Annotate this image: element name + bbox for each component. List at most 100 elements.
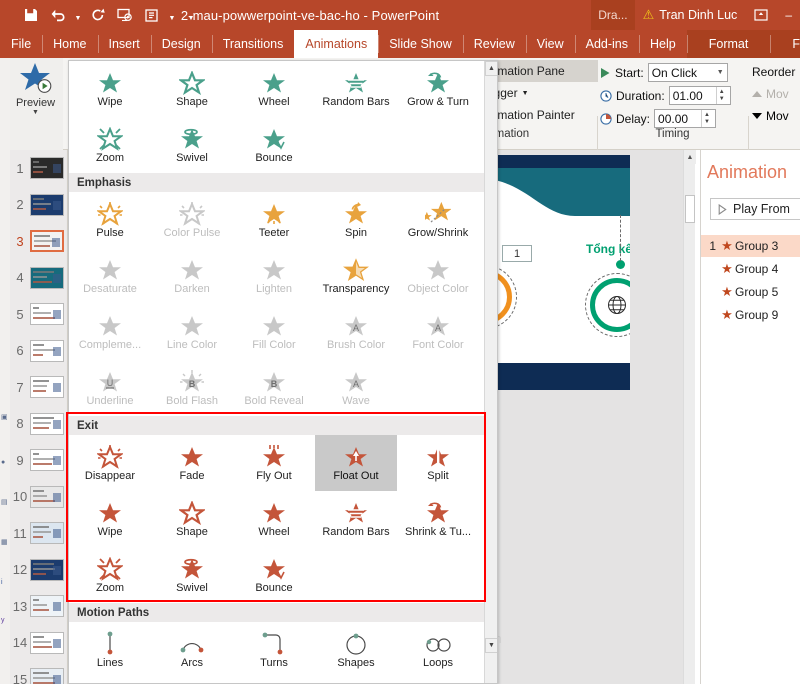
animation-item-fly-out[interactable]: Fly Out (233, 435, 315, 491)
slide-thumbnail-6[interactable]: 6 (10, 333, 68, 369)
slide-thumbnail-14[interactable]: 14 (10, 625, 68, 661)
animation-item-random-bars[interactable]: Random Bars (315, 491, 397, 547)
animation-item-wipe[interactable]: Wipe (69, 61, 151, 117)
animation-gallery-dropdown[interactable]: WipeShapeWheelRandom BarsGrow & TurnZoom… (68, 60, 498, 684)
duration-spinner[interactable]: 01.00 ▲▼ (669, 86, 731, 105)
animation-item-random-bars[interactable]: Random Bars (315, 61, 397, 117)
animation-item-spin[interactable]: Spin (315, 192, 397, 248)
slide-thumbnail-7[interactable]: 7 (10, 369, 68, 405)
tab-view[interactable]: View (526, 30, 575, 58)
animation-item-darken[interactable]: Darken (151, 248, 233, 304)
animation-item-shrink-tu[interactable]: Shrink & Tu... (397, 491, 479, 547)
animation-item-bounce[interactable]: Bounce (233, 547, 315, 603)
animation-item-grow-shrink[interactable]: Grow/Shrink (397, 192, 479, 248)
animation-item-fill-color[interactable]: Fill Color (233, 304, 315, 360)
tab-insert[interactable]: Insert (98, 30, 151, 58)
desktop-icon-4[interactable]: ▦ (1, 538, 9, 547)
animation-item-transparency[interactable]: Transparency (315, 248, 397, 304)
animation-item-wheel[interactable]: Wheel (233, 61, 315, 117)
preview-star-icon[interactable] (18, 62, 54, 96)
preview-dropdown-icon[interactable]: ▼ (32, 109, 39, 117)
tab-file[interactable]: File (0, 30, 42, 58)
animation-item-desaturate[interactable]: Desaturate (69, 248, 151, 304)
tab-help[interactable]: Help (639, 30, 687, 58)
preview-button-label[interactable]: Preview (16, 97, 55, 109)
gallery-scrollbar[interactable]: ▲ ▼ (484, 61, 497, 683)
tab-add-ins[interactable]: Add-ins (575, 30, 639, 58)
minimize-button[interactable]: – (777, 8, 800, 22)
animation-item-bold-flash[interactable]: BBold Flash (151, 360, 233, 416)
animation-item-swivel[interactable]: Swivel (151, 117, 233, 173)
animation-item-shapes[interactable]: Shapes (315, 622, 397, 678)
duration-spin-arrows[interactable]: ▲▼ (716, 87, 727, 104)
animation-item-swivel[interactable]: Swivel (151, 547, 233, 603)
desktop-icon-2[interactable]: ● (1, 458, 9, 467)
animation-item-brush-color[interactable]: ABrush Color (315, 304, 397, 360)
move-earlier-button[interactable]: Mov (752, 83, 800, 105)
animation-item-split[interactable]: Split (397, 435, 479, 491)
slide-thumbnail-13[interactable]: 13 (10, 588, 68, 624)
animation-item-bold-reveal[interactable]: BBold Reveal (233, 360, 315, 416)
animation-item-teeter[interactable]: Teeter (233, 192, 315, 248)
animation-item-disappear[interactable]: Disappear (69, 435, 151, 491)
canvas-scrollbar[interactable]: ▲ (683, 150, 695, 684)
animation-item-font-color[interactable]: AFont Color (397, 304, 479, 360)
anim-item-group-5[interactable]: ★ Group 5 (701, 281, 800, 303)
tab-transitions[interactable]: Transitions (212, 30, 295, 58)
anim-item-group-4[interactable]: ★ Group 4 (701, 258, 800, 280)
animation-item-lines[interactable]: Lines (69, 622, 151, 678)
tab-animations[interactable]: Animations (294, 30, 378, 58)
delay-spinner[interactable]: 00.00 ▲▼ (654, 109, 716, 128)
gallery-scroll-up-button[interactable]: ▲ (485, 61, 498, 76)
animation-item-float-out[interactable]: Float Out (315, 435, 397, 491)
animation-item-wave[interactable]: AWave (315, 360, 397, 416)
animation-item-arcs[interactable]: Arcs (151, 622, 233, 678)
animation-item-compleme[interactable]: Compleme... (69, 304, 151, 360)
animation-item-color-pulse[interactable]: Color Pulse (151, 192, 233, 248)
animation-item-wheel[interactable]: Wheel (233, 491, 315, 547)
draft-status-chip[interactable]: Dra... (591, 0, 634, 30)
desktop-icon-6[interactable]: y (1, 616, 9, 625)
tab-home[interactable]: Home (42, 30, 97, 58)
anim-item-group-9[interactable]: ★ Group 9 (701, 304, 800, 326)
account-area[interactable]: ⚠ Tran Dinh Luc (635, 7, 746, 23)
animation-item-object-color[interactable]: Object Color (397, 248, 479, 304)
animation-item-turns[interactable]: Turns (233, 622, 315, 678)
tab-format-drawing[interactable]: Format (687, 30, 771, 58)
desktop-icon-1[interactable]: ▣ (1, 413, 9, 422)
animation-item-shape[interactable]: Shape (151, 491, 233, 547)
start-combobox[interactable]: On Click ▼ (648, 63, 728, 82)
canvas-scroll-up-button[interactable]: ▲ (684, 150, 696, 164)
animation-item-underline[interactable]: UUnderline (69, 360, 151, 416)
ribbon-display-options-icon[interactable] (745, 9, 777, 21)
slide-thumbnail-15[interactable]: 15 (10, 661, 68, 684)
desktop-icon-3[interactable]: ▤ (1, 498, 9, 507)
tab-review[interactable]: Review (463, 30, 526, 58)
animation-item-loops[interactable]: Loops (397, 622, 479, 678)
slide-thumbnail-1[interactable]: 1 (10, 150, 68, 186)
animation-item-pulse[interactable]: Pulse (69, 192, 151, 248)
animation-item-lighten[interactable]: Lighten (233, 248, 315, 304)
slide-thumbnail-9[interactable]: 9 (10, 442, 68, 478)
animation-item-shape[interactable]: Shape (151, 61, 233, 117)
animation-item-zoom[interactable]: Zoom (69, 547, 151, 603)
animation-item-wipe[interactable]: Wipe (69, 491, 151, 547)
tab-slide-show[interactable]: Slide Show (378, 30, 463, 58)
gallery-scroll-down-button[interactable]: ▼ (485, 638, 498, 653)
slide-thumbnail-12[interactable]: 12 (10, 552, 68, 588)
slide-thumbnail-11[interactable]: 11 (10, 515, 68, 551)
animation-item-zoom[interactable]: Zoom (69, 117, 151, 173)
slide-thumbnail-3[interactable]: 3 (10, 223, 68, 259)
move-later-button[interactable]: Mov (752, 105, 800, 127)
animation-item-grow-turn[interactable]: Grow & Turn (397, 61, 479, 117)
animation-item-line-color[interactable]: Line Color (151, 304, 233, 360)
tab-format-picture[interactable]: Format (770, 30, 800, 58)
animation-item-fade[interactable]: Fade (151, 435, 233, 491)
slide-thumbnail-2[interactable]: 2 (10, 187, 68, 223)
play-from-button[interactable]: Play From (710, 198, 800, 220)
canvas-scroll-thumb[interactable] (685, 195, 695, 223)
slide-thumbnail-4[interactable]: 4 (10, 260, 68, 296)
slide-thumbnail-8[interactable]: 8 (10, 406, 68, 442)
delay-spin-arrows[interactable]: ▲▼ (701, 110, 712, 127)
tab-design[interactable]: Design (151, 30, 212, 58)
